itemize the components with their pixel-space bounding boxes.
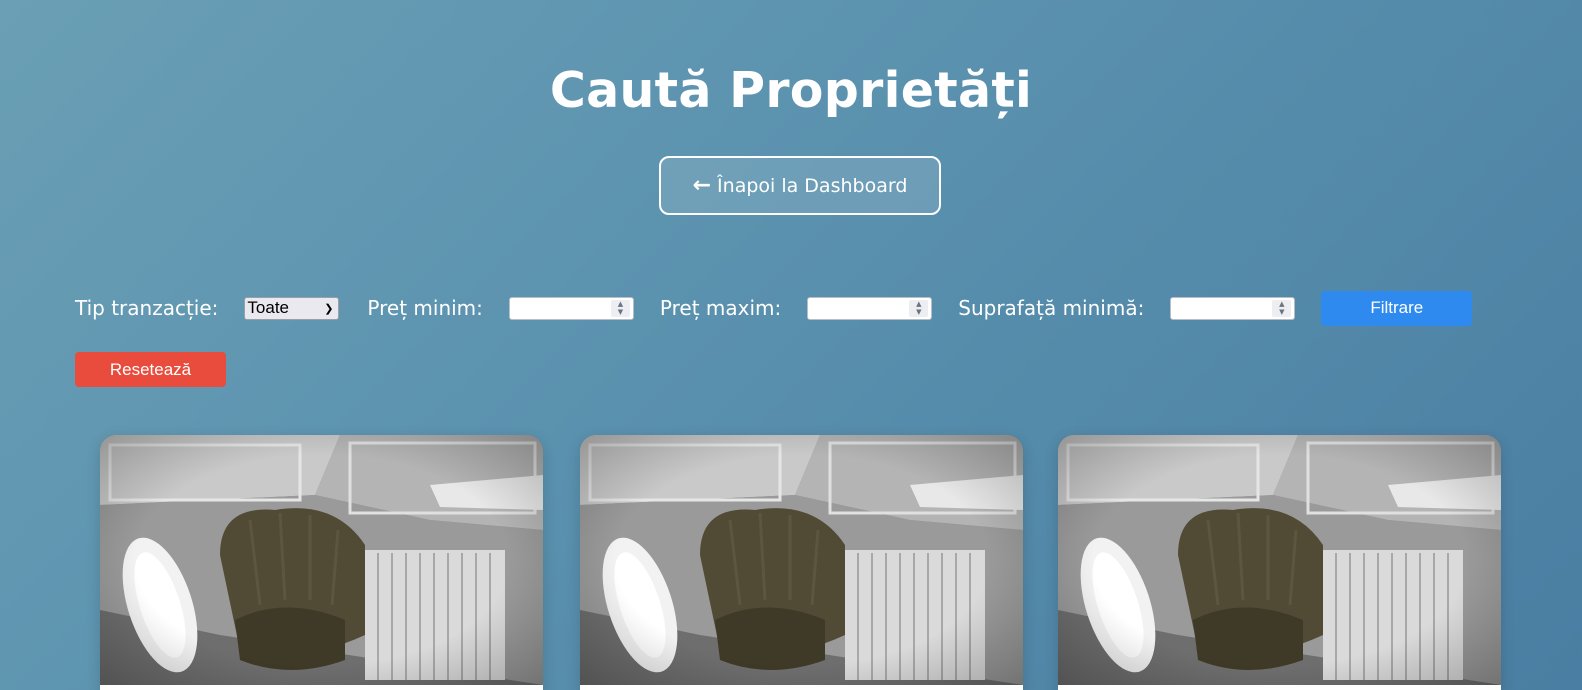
property-photo [580,435,1023,685]
spinner-icon[interactable]: ▲ ▼ [1272,299,1292,317]
property-photo [100,435,543,685]
transaction-type-value: Toate [247,298,289,317]
property-card[interactable] [1058,435,1501,690]
max-price-input[interactable]: ▲ ▼ [807,296,933,320]
property-card[interactable] [580,435,1023,690]
spinner-icon[interactable]: ▲ ▼ [909,299,929,317]
max-price-label: Preț maxim: [659,296,782,320]
min-price-input[interactable]: ▲ ▼ [508,296,634,320]
property-photo [1058,435,1501,685]
card-body [580,685,1023,690]
back-button-label: Înapoi la Dashboard [717,174,908,197]
card-body [100,685,543,690]
transaction-type-label: Tip tranzacție: [75,296,219,320]
chevron-down-icon: ❯ [324,302,334,315]
back-to-dashboard-button[interactable]: ← Înapoi la Dashboard [659,156,941,215]
filter-button[interactable]: Filtrare [1321,290,1473,326]
min-area-label: Suprafață minimă: [958,296,1145,320]
filter-bar: Tip tranzacție: Toate ❯ Preț minim: ▲ ▼ P… [75,290,1473,326]
arrow-left-icon: ← [692,172,712,198]
property-card[interactable] [100,435,543,690]
card-body [1058,685,1501,690]
transaction-type-select[interactable]: Toate ❯ [244,296,340,320]
min-price-label: Preț minim: [367,296,483,320]
min-area-input[interactable]: ▲ ▼ [1170,296,1296,320]
page-title: Caută Proprietăți [549,62,1033,119]
reset-button[interactable]: Resetează [75,352,226,387]
spinner-icon[interactable]: ▲ ▼ [610,299,630,317]
